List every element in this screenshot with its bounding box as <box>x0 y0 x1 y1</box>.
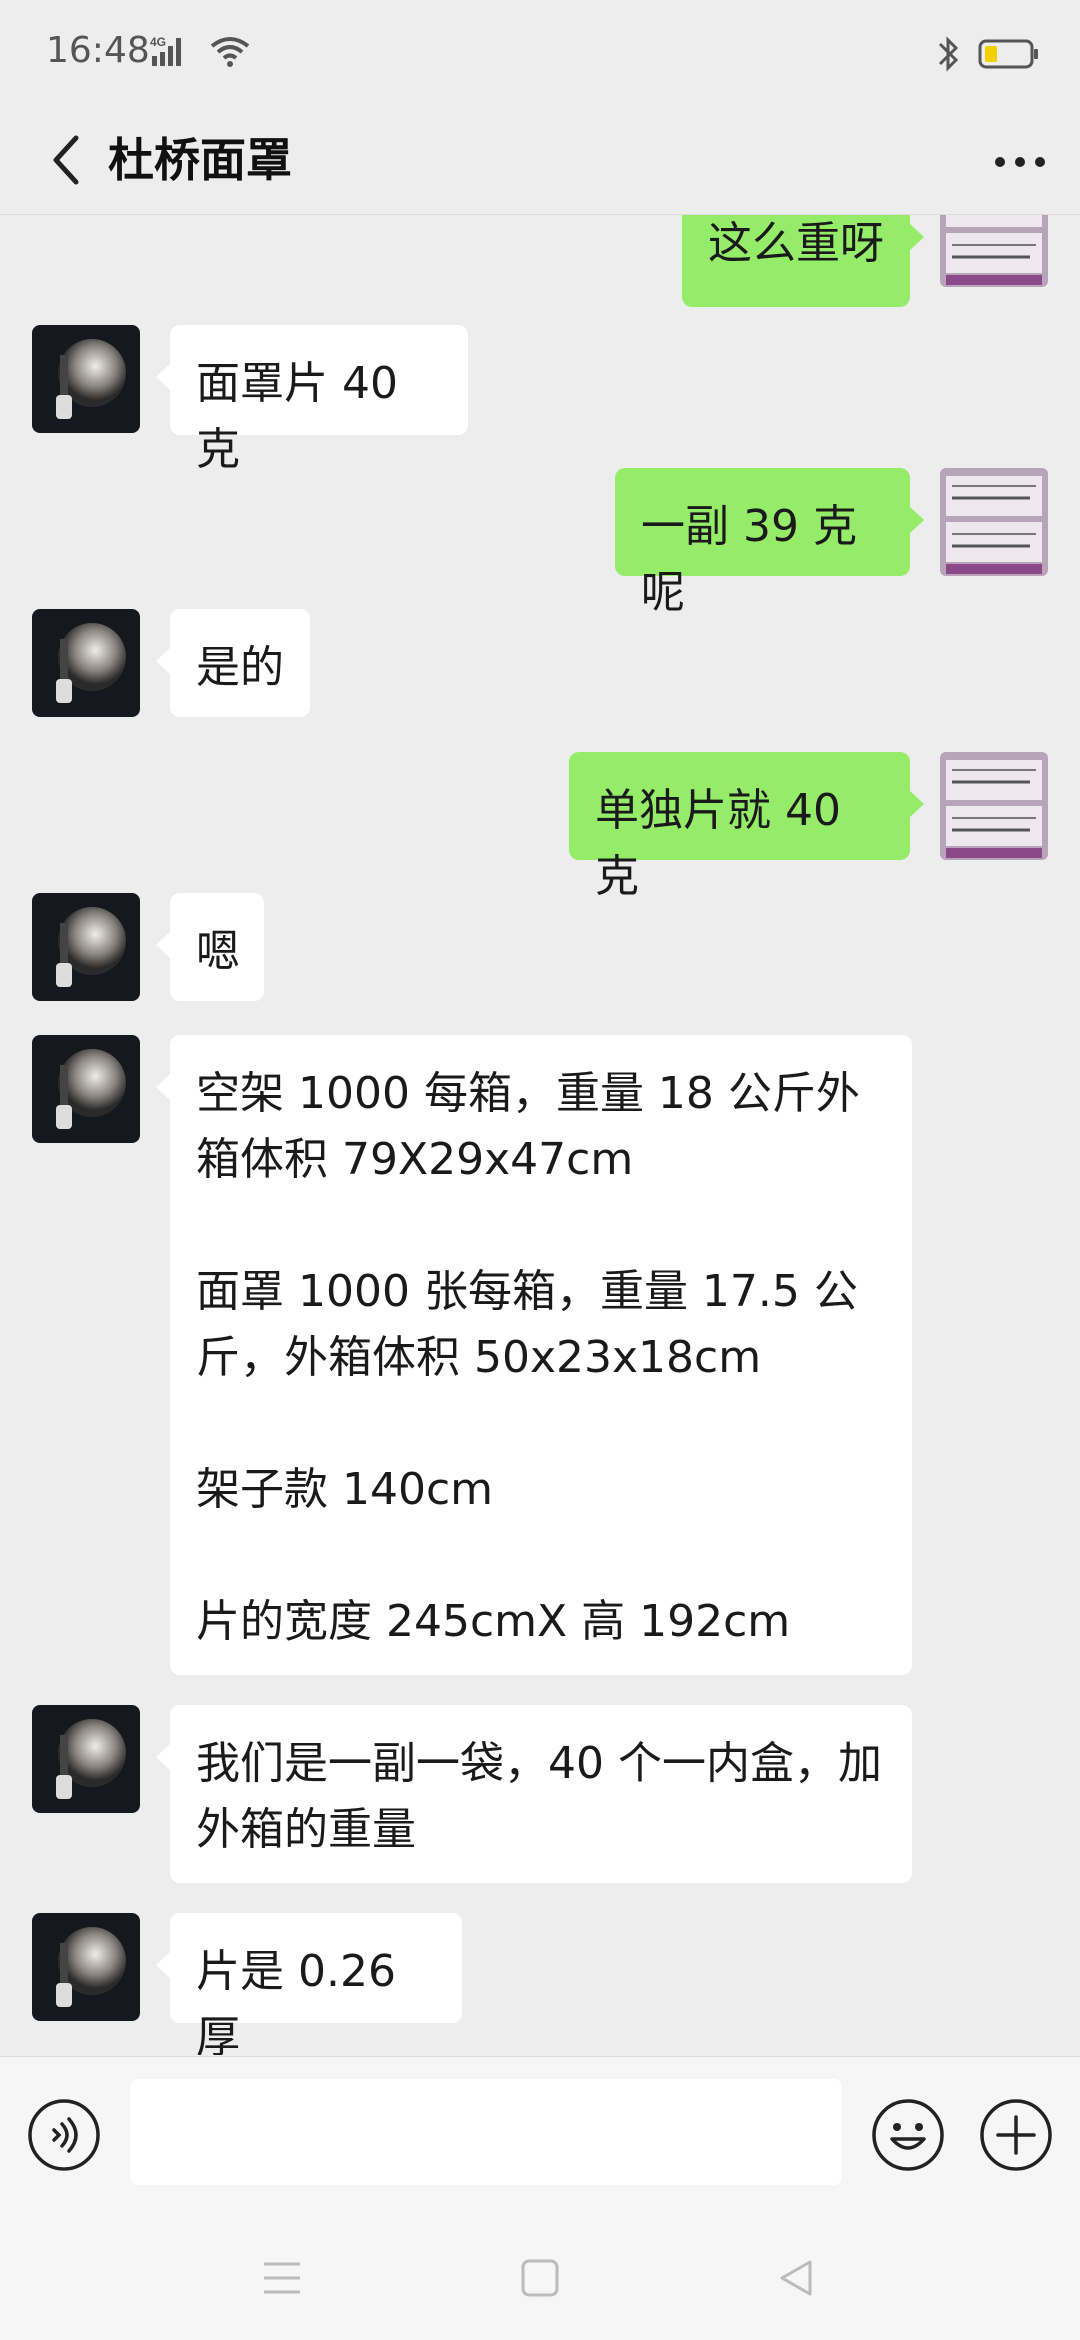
avatar-image <box>32 325 140 433</box>
more-dots-icon <box>995 157 1045 167</box>
status-time: 16:48 <box>46 30 150 71</box>
avatar-image <box>32 1705 140 1813</box>
input-bar <box>0 2056 1080 2217</box>
avatar-self[interactable] <box>940 215 1048 287</box>
wifi-icon <box>210 37 250 67</box>
system-nav-bar <box>0 2216 1080 2340</box>
back-button[interactable] <box>30 122 102 198</box>
avatar-image <box>32 609 140 717</box>
message-bubble-incoming[interactable]: 面罩片 40 克 <box>156 325 468 475</box>
plus-icon <box>980 2099 1052 2171</box>
avatar-image <box>940 215 1048 287</box>
home-nav-button[interactable] <box>508 2246 572 2310</box>
voice-button[interactable] <box>26 2097 102 2173</box>
cellular-signal-icon: 4G <box>150 35 181 66</box>
battery-icon <box>978 39 1038 69</box>
chat-messages[interactable]: 这么重呀 面罩片 40 克 一副 39 克呢 是的 单独片就 40 克 嗯 空架… <box>0 215 1080 2055</box>
status-bar: 16:48 4G <box>0 0 1080 108</box>
message-bubble-incoming[interactable]: 片是 0.26 厚 <box>156 1913 462 2055</box>
avatar-contact[interactable] <box>32 1705 140 1813</box>
avatar-contact[interactable] <box>32 325 140 433</box>
avatar-image <box>32 893 140 1001</box>
avatar-contact[interactable] <box>32 1035 140 1143</box>
home-square-icon <box>521 2259 559 2297</box>
message-bubble-outgoing[interactable]: 一副 39 克呢 <box>615 468 924 618</box>
message-bubble-incoming[interactable]: 我们是一副一袋，40 个一内盒，加外箱的重量 <box>156 1705 912 1883</box>
chat-title: 杜桥面罩 <box>108 133 292 187</box>
back-triangle-icon <box>780 2260 812 2296</box>
message-bubble-outgoing[interactable]: 这么重呀 <box>682 215 924 307</box>
avatar-self[interactable] <box>940 468 1048 576</box>
avatar-image <box>940 752 1048 860</box>
message-bubble-incoming[interactable]: 是的 <box>156 609 310 717</box>
emoji-button[interactable] <box>870 2097 946 2173</box>
message-input[interactable] <box>130 2079 842 2185</box>
avatar-image <box>32 1035 140 1143</box>
status-icons-right <box>936 34 1040 74</box>
more-button[interactable] <box>980 130 1060 194</box>
avatar-contact[interactable] <box>32 893 140 1001</box>
voice-icon <box>28 2099 100 2171</box>
more-actions-button[interactable] <box>978 2097 1054 2173</box>
message-bubble-incoming[interactable]: 空架 1000 每箱，重量 18 公斤外箱体积 79X29x47cm 面罩 10… <box>156 1035 912 1675</box>
emoji-icon <box>872 2099 944 2171</box>
bluetooth-icon <box>938 36 959 72</box>
back-nav-button[interactable] <box>764 2246 828 2310</box>
avatar-contact[interactable] <box>32 1913 140 2021</box>
menu-nav-button[interactable] <box>250 2246 314 2310</box>
message-bubble-incoming[interactable]: 嗯 <box>156 893 264 1001</box>
avatar-contact[interactable] <box>32 609 140 717</box>
message-bubble-outgoing[interactable]: 单独片就 40 克 <box>569 752 924 902</box>
menu-icon <box>264 2262 300 2294</box>
avatar-self[interactable] <box>940 752 1048 860</box>
avatar-image <box>940 468 1048 576</box>
chat-header: 杜桥面罩 <box>0 108 1080 215</box>
chevron-left-icon <box>53 135 79 185</box>
svg-text:4G: 4G <box>150 35 166 49</box>
avatar-image <box>32 1913 140 2021</box>
status-icons-left: 4G <box>150 34 252 68</box>
